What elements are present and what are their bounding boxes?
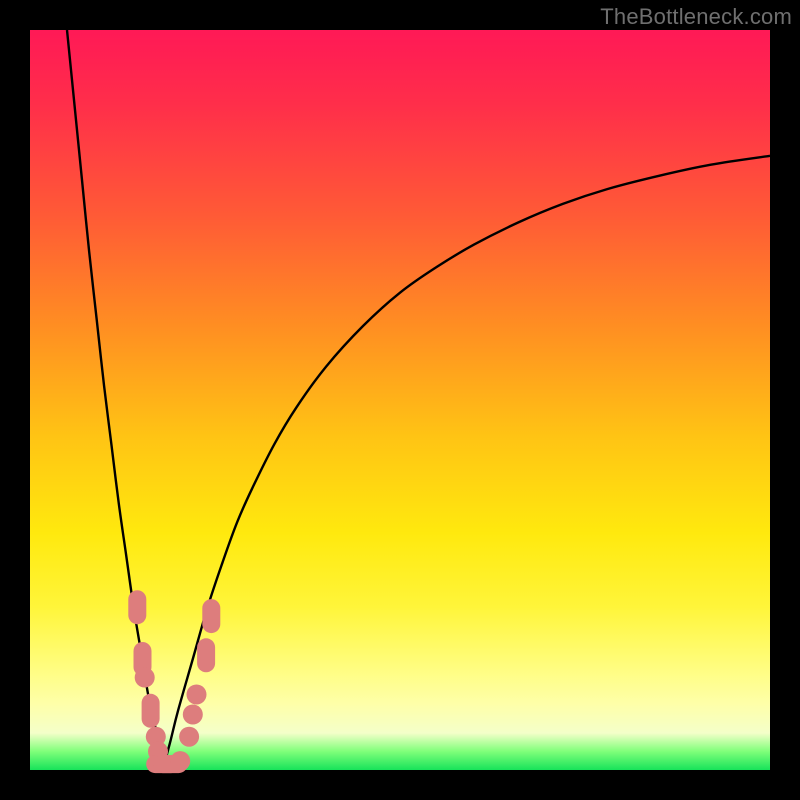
data-marker	[128, 590, 146, 624]
plot-area	[30, 30, 770, 770]
data-marker	[187, 685, 207, 705]
watermark-text: TheBottleneck.com	[600, 4, 792, 30]
data-marker	[170, 751, 190, 771]
chart-frame: TheBottleneck.com	[0, 0, 800, 800]
chart-svg	[30, 30, 770, 770]
marker-layer	[128, 590, 220, 773]
data-marker	[183, 705, 203, 725]
data-marker	[202, 599, 220, 633]
data-marker	[135, 668, 155, 688]
data-marker	[142, 694, 160, 728]
right-branch-curve	[163, 156, 770, 768]
data-marker	[179, 727, 199, 747]
data-marker	[197, 638, 215, 672]
